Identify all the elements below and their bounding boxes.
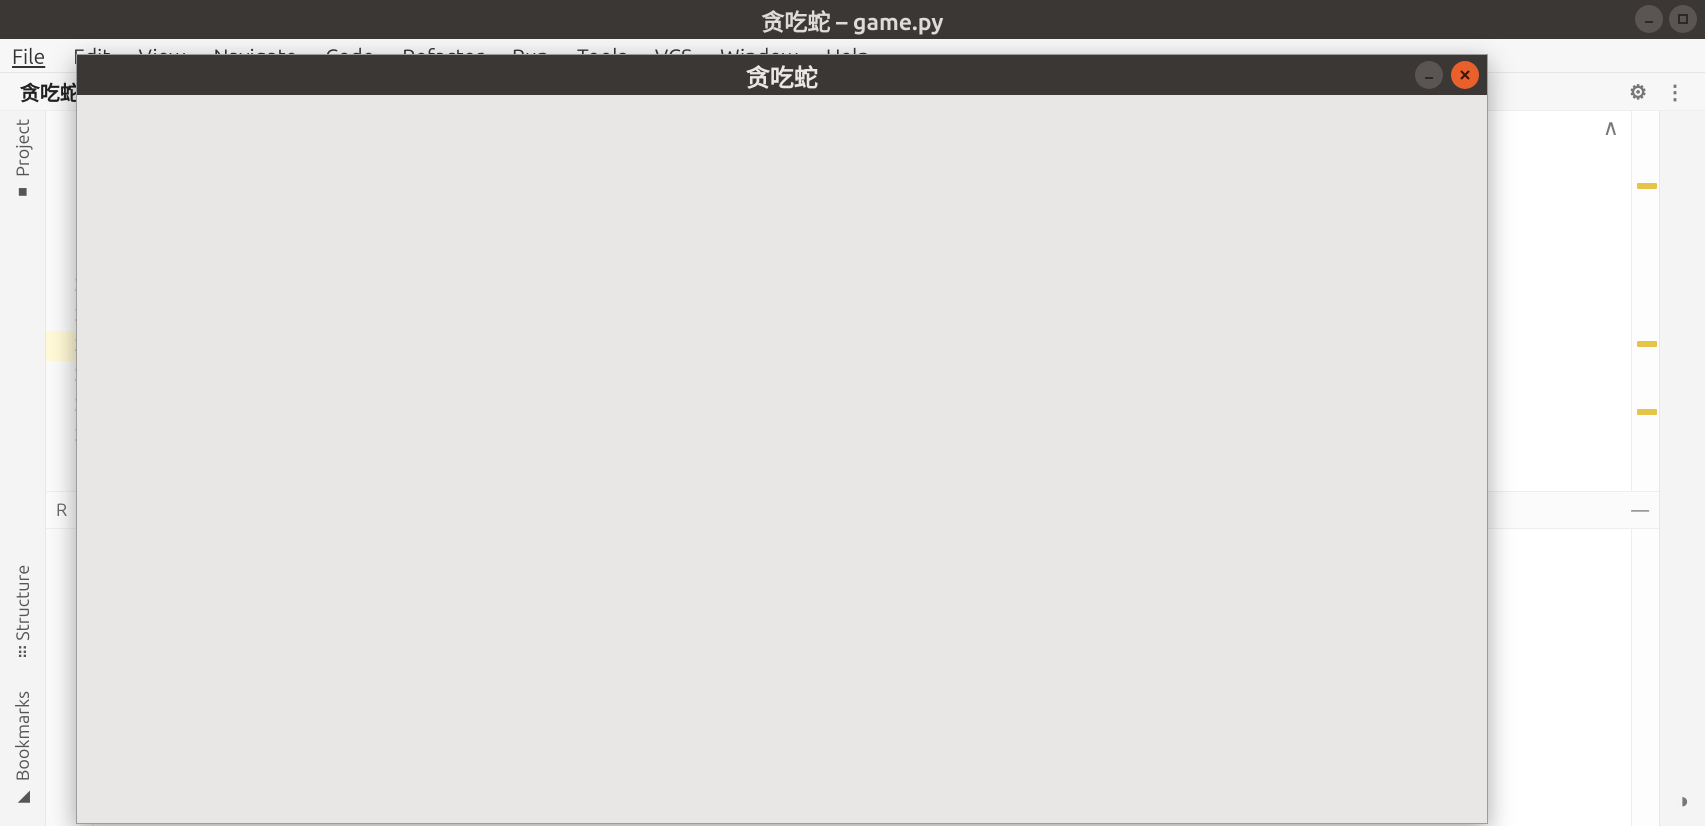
ide-toolbar-right: ⚙ ⋮ (1629, 80, 1685, 104)
structure-icon: ⠿ (17, 644, 29, 663)
toolwindow-project-label: Project (13, 119, 33, 177)
run-toolwindow-hide-icon[interactable]: — (1631, 500, 1649, 520)
toolwindow-project[interactable]: ■ Project (13, 119, 33, 200)
bookmark-icon: ◣ (13, 787, 32, 806)
prev-highlight-icon[interactable]: ∧ (1603, 115, 1619, 141)
ide-titlebar: 贪吃蛇 – game.py (0, 0, 1705, 39)
editor-marker-strip[interactable] (1631, 111, 1659, 826)
game-minimize-button[interactable] (1415, 61, 1443, 89)
ide-window-controls (1635, 5, 1697, 33)
game-window-title: 贪吃蛇 (746, 58, 818, 93)
toolwindow-bookmarks-label: Bookmarks (13, 691, 33, 781)
warning-marker[interactable] (1637, 341, 1657, 347)
kebab-icon[interactable]: ⋮ (1665, 80, 1685, 104)
game-canvas[interactable] (77, 95, 1487, 823)
game-window: 贪吃蛇 (76, 54, 1488, 824)
left-toolstrip: ■ Project ⠿ Structure ◣ Bookmarks (0, 111, 46, 826)
right-toolstrip: ◑ (1659, 111, 1705, 826)
notifications-icon[interactable]: ◑ (1676, 788, 1689, 814)
game-close-button[interactable] (1451, 61, 1479, 89)
game-window-controls (1415, 61, 1479, 89)
toolwindow-bookmarks[interactable]: ◣ Bookmarks (13, 691, 33, 806)
run-toolwindow-left-glyph: R (56, 500, 67, 520)
ide-minimize-button[interactable] (1635, 5, 1663, 33)
gear-icon[interactable]: ⚙ (1629, 80, 1647, 104)
breadcrumb-root[interactable]: 贪吃蛇 (20, 77, 80, 106)
menu-file[interactable]: File (12, 44, 45, 68)
game-titlebar[interactable]: 贪吃蛇 (77, 55, 1487, 95)
toolwindow-structure[interactable]: ⠿ Structure (13, 565, 33, 659)
warning-marker[interactable] (1637, 183, 1657, 189)
ide-window-title: 贪吃蛇 – game.py (762, 3, 944, 37)
folder-icon: ■ (14, 182, 31, 200)
ide-maximize-button[interactable] (1669, 5, 1697, 33)
warning-marker[interactable] (1637, 409, 1657, 415)
toolwindow-structure-label: Structure (13, 565, 33, 641)
